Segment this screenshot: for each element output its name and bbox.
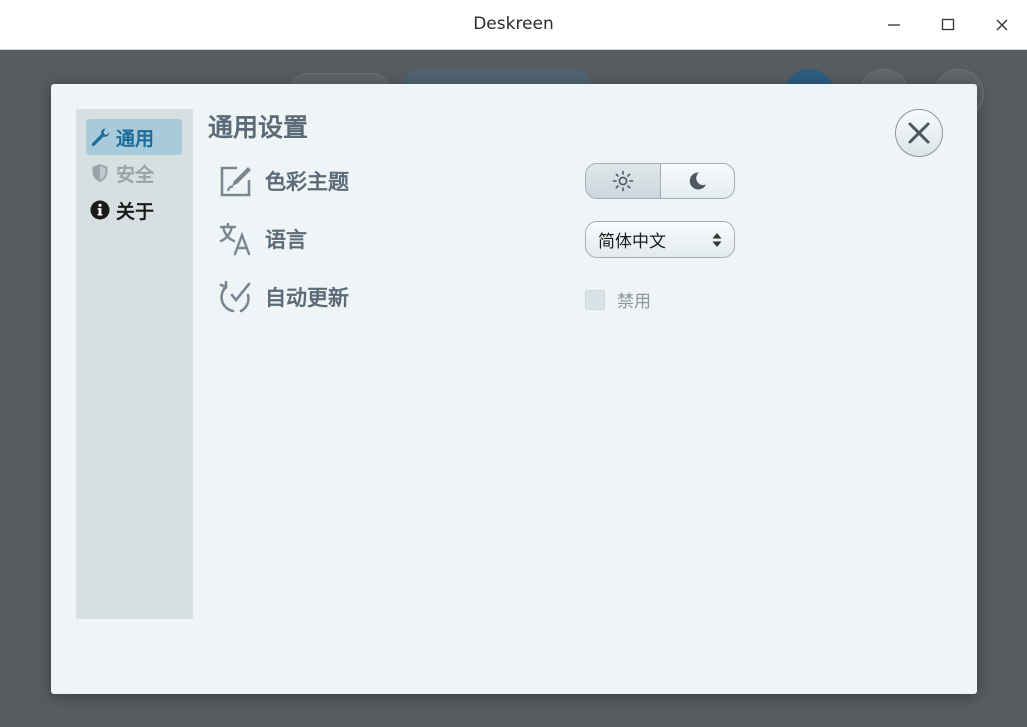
refresh-check-icon [219,280,253,314]
theme-label: 色彩主题 [265,170,349,194]
window-titlebar: Deskreen [0,0,1027,50]
settings-sidebar: 通用 安全 关于 [76,109,193,619]
window-close-button[interactable] [987,10,1017,40]
auto-update-label: 自动更新 [265,286,349,310]
language-value: 简体中文 [598,232,666,252]
panel-title: 通用设置 [208,113,309,142]
select-arrows-icon [712,232,722,253]
sidebar-item-label: 关于 [116,200,155,223]
sidebar-item-security[interactable]: 安全 [86,155,182,191]
info-icon [90,200,110,220]
moon-icon [690,172,707,190]
shield-icon [90,163,110,183]
dialog-close-button[interactable] [895,109,943,157]
auto-update-checkbox[interactable] [585,289,605,310]
minimize-icon [888,24,900,26]
language-select[interactable]: 简体中文 [585,221,735,258]
sidebar-item-label: 安全 [116,163,155,186]
wrench-icon [90,127,110,147]
maximize-button[interactable] [933,10,963,40]
sidebar-item-about[interactable]: 关于 [86,192,182,228]
translate-icon [219,222,253,256]
edit-icon [219,164,253,198]
window-title: Deskreen [473,14,554,34]
dark-theme-button[interactable] [661,164,735,198]
close-icon [996,19,1008,31]
sidebar-item-label: 通用 [116,127,155,150]
theme-toggle [585,163,735,199]
light-theme-button[interactable] [586,164,661,198]
auto-update-control: 禁用 [585,287,651,312]
checkbox-label: 禁用 [617,292,651,312]
settings-dialog: 通用 安全 关于 通用设置 色彩主题 语言 简体中文 自动更新 禁用 [51,84,977,694]
close-icon [908,122,930,144]
minimize-button[interactable] [879,10,909,40]
sun-icon [612,170,634,192]
sidebar-item-general[interactable]: 通用 [86,119,182,155]
language-label: 语言 [265,228,307,252]
maximize-icon [941,18,955,31]
